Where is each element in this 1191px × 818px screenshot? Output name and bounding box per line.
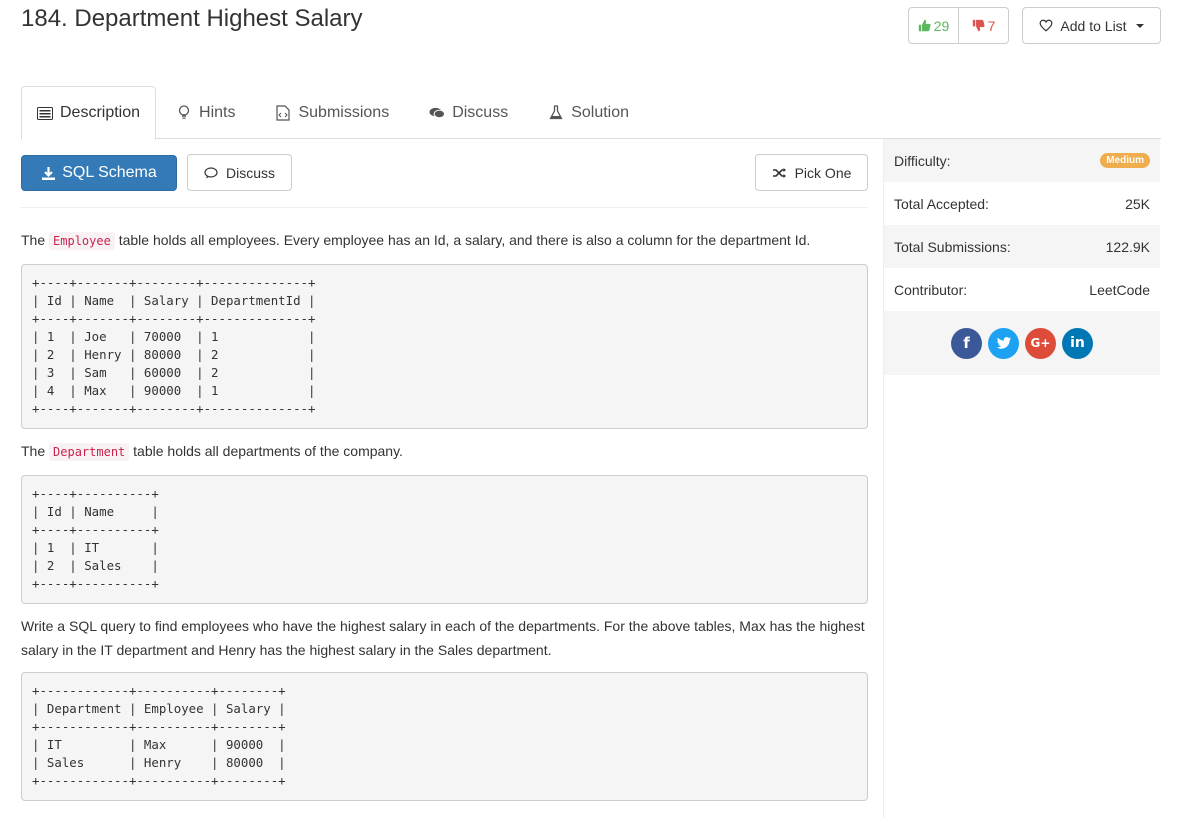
shuffle-icon	[772, 167, 786, 178]
text-segment: The	[21, 443, 50, 459]
like-count: 29	[933, 17, 950, 34]
inline-code-department: Department	[49, 443, 130, 461]
submissions-row: Total Submissions: 122.9K	[884, 225, 1160, 268]
text-segment: The	[21, 232, 50, 248]
dislike-count: 7	[987, 17, 996, 34]
dislike-button[interactable]: 7	[959, 8, 1008, 43]
tab-submissions[interactable]: Submissions	[255, 86, 409, 139]
sql-schema-button[interactable]: SQL Schema	[21, 155, 177, 191]
heart-icon	[1040, 19, 1053, 32]
accepted-value: 25K	[1125, 195, 1150, 212]
problem-title: 184. Department Highest Salary	[21, 5, 363, 32]
accepted-label: Total Accepted:	[894, 195, 989, 212]
contributor-label: Contributor:	[894, 281, 968, 298]
tab-discuss-label: Discuss	[452, 103, 509, 121]
department-table-code: +----+----------+ | Id | Name | +----+--…	[21, 475, 868, 604]
sql-schema-label: SQL Schema	[62, 164, 157, 181]
employee-table-code: +----+-------+--------+--------------+ |…	[21, 264, 868, 429]
chevron-down-icon	[1135, 23, 1144, 28]
inline-code-employee: Employee	[49, 232, 115, 250]
flask-icon	[548, 105, 564, 121]
contributor-value: LeetCode	[1089, 281, 1150, 298]
task-description: Write a SQL query to find employees who …	[21, 618, 865, 658]
google-plus-icon[interactable]: G+	[1025, 327, 1056, 359]
tab-hints[interactable]: Hints	[156, 86, 255, 139]
discuss-button-label: Discuss	[225, 164, 275, 181]
contributor-row: Contributor: LeetCode	[884, 268, 1160, 311]
twitter-icon[interactable]	[988, 327, 1019, 359]
difficulty-badge: Medium	[1100, 153, 1150, 168]
lightbulb-icon	[176, 105, 192, 121]
thumbs-up-icon	[918, 19, 931, 32]
department-description: The Department table holds all departmen…	[21, 439, 868, 464]
pick-one-button[interactable]: Pick One	[755, 154, 868, 191]
divider	[21, 207, 868, 208]
text-segment: table holds all employees. Every employe…	[114, 232, 811, 248]
submissions-label: Total Submissions:	[894, 238, 1011, 255]
tab-discuss[interactable]: Discuss	[409, 86, 528, 139]
employee-description: The Employee table holds all employees. …	[21, 228, 868, 253]
tab-solution[interactable]: Solution	[528, 86, 649, 139]
social-share: f G+ in	[884, 311, 1160, 375]
like-button[interactable]: 29	[909, 8, 959, 43]
description-icon	[37, 105, 53, 121]
add-to-list-button[interactable]: Add to List	[1022, 7, 1161, 44]
submissions-value: 122.9K	[1105, 238, 1150, 255]
discuss-button[interactable]: Discuss	[187, 154, 292, 191]
thumbs-down-icon	[972, 19, 985, 32]
download-icon	[42, 166, 56, 180]
tab-description-label: Description	[60, 104, 141, 121]
comments-icon	[429, 105, 446, 121]
tab-solution-label: Solution	[571, 103, 630, 121]
result-table-code: +------------+----------+--------+ | Dep…	[21, 672, 868, 801]
tab-description[interactable]: Description	[21, 86, 157, 140]
difficulty-row: Difficulty: Medium	[884, 139, 1160, 182]
vote-group: 29 7	[908, 7, 1009, 44]
problem-tabs: Description Hints Submissions Discuss So…	[21, 86, 1161, 140]
accepted-row: Total Accepted: 25K	[884, 182, 1160, 225]
difficulty-label: Difficulty:	[894, 152, 951, 169]
text-segment: table holds all departments of the compa…	[129, 443, 403, 459]
code-file-icon	[275, 104, 291, 121]
tab-hints-label: Hints	[199, 103, 236, 121]
tab-submissions-label: Submissions	[298, 103, 390, 121]
facebook-icon[interactable]: f	[951, 327, 982, 359]
add-to-list-label: Add to List	[1060, 17, 1127, 34]
problem-stats-sidebar: Difficulty: Medium Total Accepted: 25K T…	[883, 139, 1160, 818]
pick-one-label: Pick One	[794, 164, 852, 181]
linkedin-icon[interactable]: in	[1062, 327, 1093, 359]
comment-icon	[204, 166, 218, 178]
